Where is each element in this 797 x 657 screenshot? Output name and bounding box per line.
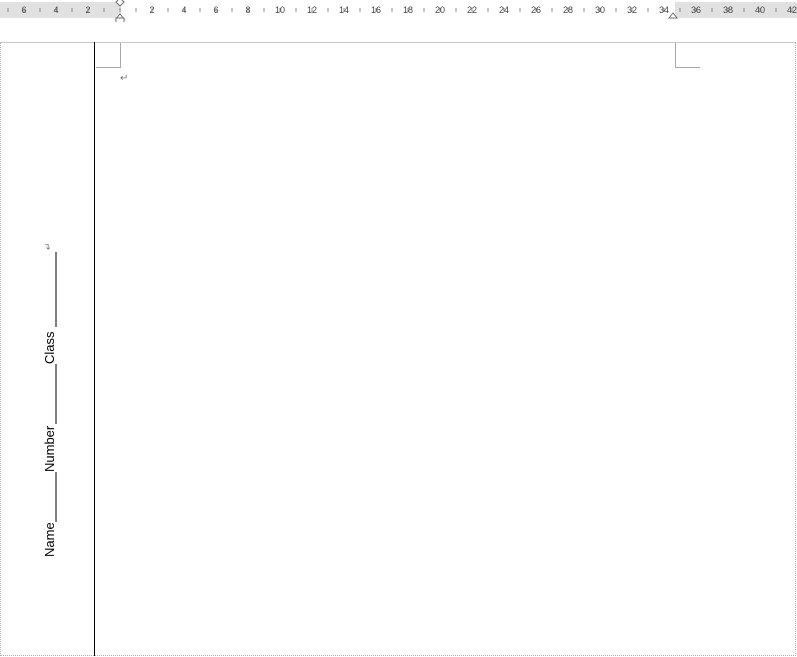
number-label: Number — [42, 425, 57, 472]
left-indent-marker[interactable] — [115, 17, 125, 22]
binding-info-svg: Name Number Class ↵ — [42, 242, 57, 557]
line-break-mark: ↵ — [43, 242, 53, 250]
right-indent-marker[interactable] — [667, 12, 679, 19]
paragraph-mark: ↵ — [120, 73, 129, 84]
crop-mark-top-right — [675, 43, 700, 68]
name-label: Name — [42, 522, 57, 557]
binding-line — [94, 42, 95, 656]
horizontal-ruler[interactable]: 6422468101214161820222426283032343638404… — [0, 0, 797, 22]
binding-info-block[interactable]: Name Number Class ↵ — [42, 242, 60, 560]
first-line-indent-marker[interactable] — [115, 0, 125, 7]
document-page[interactable] — [0, 42, 796, 656]
ruler-ticks: 6422468101214161820222426283032343638404… — [7, 0, 797, 22]
class-label: Class — [42, 331, 57, 364]
crop-mark-top-left — [96, 43, 121, 68]
